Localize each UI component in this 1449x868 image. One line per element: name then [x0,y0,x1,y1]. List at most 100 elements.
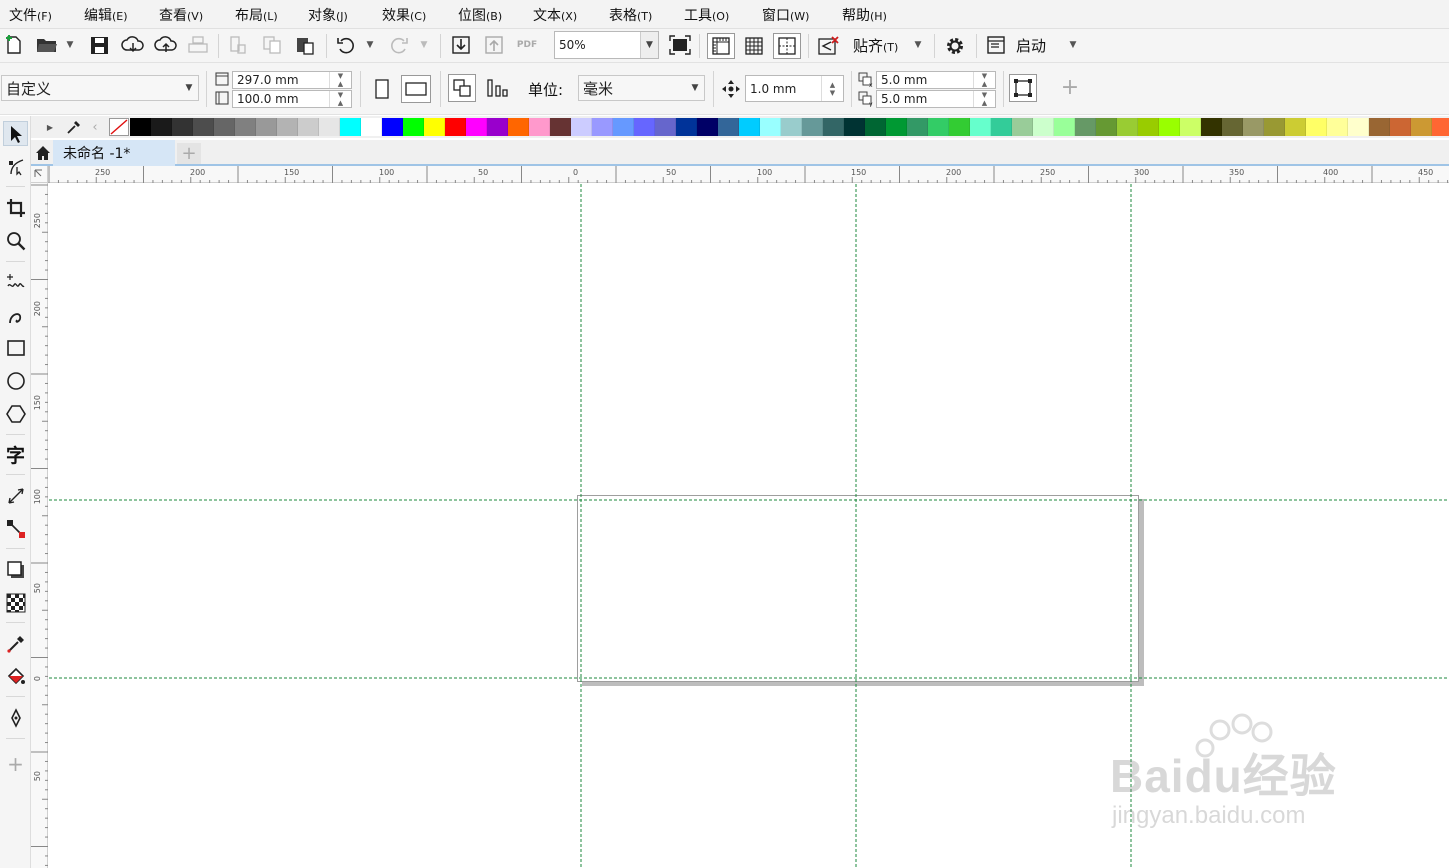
text-tool-icon[interactable]: 字 [3,442,28,467]
outline-pen-tool-icon[interactable] [3,705,28,730]
color-swatch[interactable] [991,118,1012,136]
color-swatch[interactable] [193,118,214,136]
color-swatch[interactable] [508,118,529,136]
show-grid-icon[interactable] [741,33,767,59]
vertical-ruler[interactable]: 250 200 150 100 50 0 50 [31,183,48,868]
color-swatch[interactable] [466,118,487,136]
color-swatch[interactable] [886,118,907,136]
color-swatch[interactable] [634,118,655,136]
color-swatch[interactable] [1096,118,1117,136]
eyedropper-tool-icon[interactable] [3,631,28,656]
color-swatch[interactable] [571,118,592,136]
ruler-origin-icon[interactable] [31,166,48,183]
menu-effects[interactable]: 效果(C) [382,5,426,25]
artistic-media-tool-icon[interactable] [3,302,28,327]
color-swatch[interactable] [1054,118,1075,136]
color-swatch[interactable] [340,118,361,136]
color-swatch[interactable] [760,118,781,136]
color-swatch[interactable] [487,118,508,136]
color-swatch[interactable] [823,118,844,136]
home-icon[interactable] [34,144,52,162]
color-swatch[interactable] [592,118,613,136]
palette-menu-arrow-icon[interactable]: ▶ [45,119,55,135]
horizontal-ruler[interactable]: 250 200 150 100 50 0 50 100 150 200 250 … [31,166,1449,183]
color-swatch[interactable] [1222,118,1243,136]
color-swatch[interactable] [697,118,718,136]
color-swatch[interactable] [529,118,550,136]
color-swatch[interactable] [256,118,277,136]
no-color-swatch[interactable] [109,118,129,136]
color-swatch[interactable] [1411,118,1432,136]
color-swatch[interactable] [1012,118,1033,136]
launch-label[interactable]: 启动 [1016,35,1046,56]
copy-icon[interactable] [260,34,284,56]
color-swatch[interactable] [382,118,403,136]
color-swatch[interactable] [928,118,949,136]
freehand-tool-icon[interactable] [3,269,28,294]
export-icon[interactable] [482,34,506,56]
drawing-canvas[interactable] [49,184,1449,868]
menu-tools[interactable]: 工具(O) [684,5,729,25]
redo-dropdown-icon[interactable]: ▼ [417,37,431,53]
show-rulers-icon[interactable] [707,33,735,59]
all-pages-icon[interactable] [448,74,476,102]
color-swatch[interactable] [1180,118,1201,136]
rectangle-tool-icon[interactable] [3,335,28,360]
color-swatch[interactable] [1348,118,1369,136]
color-swatch[interactable] [298,118,319,136]
import-icon[interactable] [449,34,473,56]
add-toolbar-item-icon[interactable]: + [1058,76,1082,100]
color-swatch[interactable] [1285,118,1306,136]
color-swatch[interactable] [151,118,172,136]
redo-icon[interactable] [387,34,411,56]
menu-view[interactable]: 查看(V) [159,5,203,25]
new-document-icon[interactable] [3,34,25,56]
cut-icon[interactable] [226,34,250,56]
export-pdf-icon[interactable]: PDF [514,34,540,56]
color-swatch[interactable] [676,118,697,136]
color-swatch[interactable] [739,118,760,136]
color-swatch[interactable] [1306,118,1327,136]
snap-off-icon[interactable] [815,33,841,59]
new-tab-icon[interactable]: + [177,143,201,164]
menu-bitmaps[interactable]: 位图(B) [458,5,502,25]
color-swatch[interactable] [949,118,970,136]
pick-tool-icon[interactable] [3,121,28,146]
color-swatch[interactable] [802,118,823,136]
cloud-download-icon[interactable] [120,34,146,56]
color-swatch[interactable] [1327,118,1348,136]
color-swatch[interactable] [781,118,802,136]
polygon-tool-icon[interactable] [3,401,28,426]
page-size-dropdown-icon[interactable]: ▼ [180,76,198,100]
application-launcher-icon[interactable] [984,34,1008,56]
duplicate-distance-x-field[interactable]: 5.0 mm ▼ ▲ [876,71,996,89]
page-height-field[interactable]: 100.0 mm ▼ ▲ [232,90,352,108]
color-swatch[interactable] [1117,118,1138,136]
undo-icon[interactable] [334,34,358,56]
color-swatch[interactable] [907,118,928,136]
color-swatch[interactable] [277,118,298,136]
color-swatch[interactable] [613,118,634,136]
dimension-tool-icon[interactable] [3,483,28,508]
color-swatch[interactable] [214,118,235,136]
color-swatch[interactable] [865,118,886,136]
color-swatch[interactable] [445,118,466,136]
color-swatch[interactable] [1159,118,1180,136]
treat-as-filled-icon[interactable] [1009,74,1037,102]
interactive-fill-tool-icon[interactable] [3,664,28,689]
color-swatch[interactable] [424,118,445,136]
open-folder-icon[interactable] [34,34,60,56]
show-guidelines-icon[interactable] [773,33,801,59]
color-swatch[interactable] [403,118,424,136]
current-page-icon[interactable] [483,74,511,102]
color-swatch[interactable] [1201,118,1222,136]
page-width-field[interactable]: 297.0 mm ▼ ▲ [232,71,352,89]
color-swatch[interactable] [655,118,676,136]
snap-to-label[interactable]: 贴齐(T) [853,35,898,56]
duplicate-distance-y-field[interactable]: 5.0 mm ▼ ▲ [876,90,996,108]
ellipse-tool-icon[interactable] [3,368,28,393]
color-swatch[interactable] [1390,118,1411,136]
menu-help[interactable]: 帮助(H) [842,5,887,25]
color-swatch[interactable] [1033,118,1054,136]
menu-window[interactable]: 窗口(W) [762,5,809,25]
